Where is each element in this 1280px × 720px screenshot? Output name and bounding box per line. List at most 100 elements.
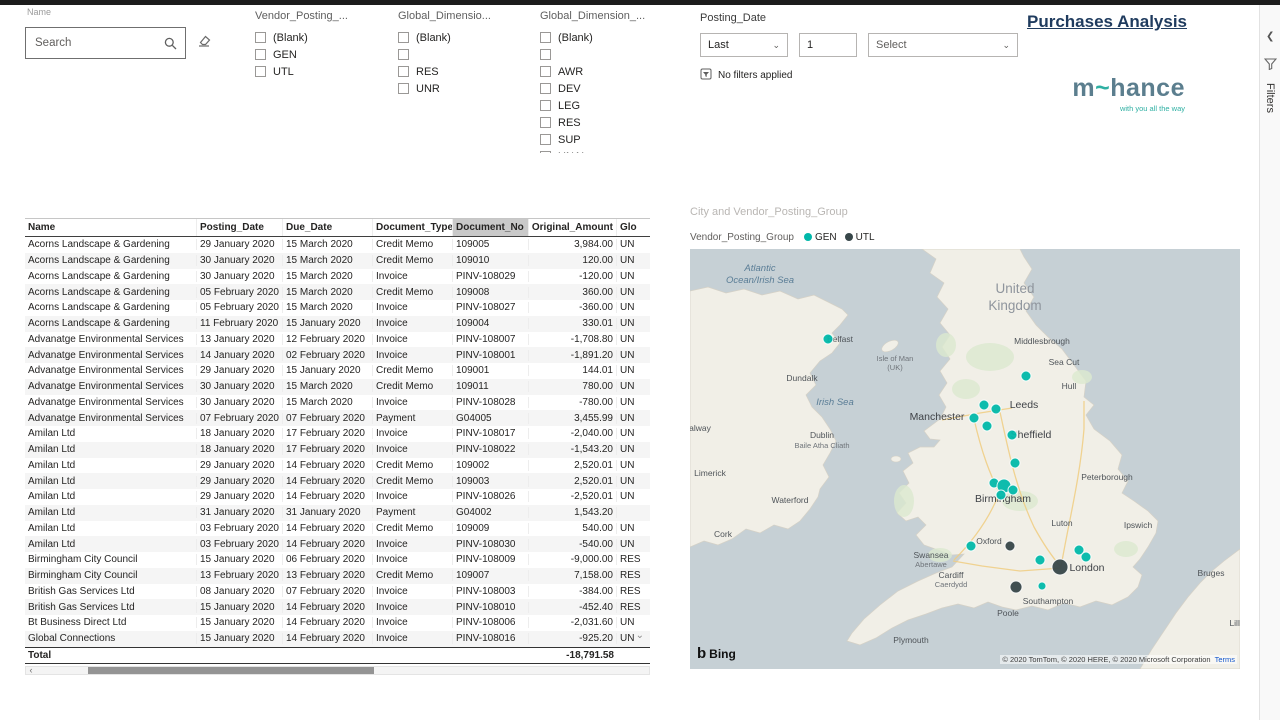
table-row[interactable]: Amilan Ltd 03 February 2020 14 February 20… [25, 536, 650, 552]
search-input[interactable]: Search [25, 27, 186, 59]
table-row[interactable]: Amilan Ltd 29 January 2020 14 February 202… [25, 489, 650, 505]
map-bubble-gen[interactable] [1006, 429, 1018, 441]
map-bubble-gen[interactable] [1020, 370, 1032, 382]
slicer-checkbox-item[interactable]: DEV [540, 80, 668, 97]
slicer-checkbox-item[interactable]: (Blank) [398, 29, 526, 46]
map-bubble-gen[interactable] [990, 403, 1002, 415]
map-bubble-gen[interactable] [1037, 581, 1047, 591]
table-row[interactable]: Amilan Ltd 29 January 2020 14 February 202… [25, 458, 650, 474]
table-row[interactable]: British Gas Services Ltd 15 January 2020 1… [25, 599, 650, 615]
map-label: London [1069, 562, 1104, 574]
slicer-checkbox-item[interactable]: UNR [398, 80, 526, 97]
table-row[interactable]: Advanatge Environmental Services 07 Febru… [25, 410, 650, 426]
map-bubble-utl[interactable] [1051, 558, 1069, 576]
scrollbar-thumb[interactable] [88, 666, 374, 674]
checkbox-icon[interactable] [540, 100, 551, 111]
checkbox-icon[interactable] [540, 151, 551, 153]
slicer-checkbox-item[interactable]: SUP [540, 131, 668, 148]
table-row[interactable]: Advanatge Environmental Services 29 Janua… [25, 363, 650, 379]
table-row[interactable]: Amilan Ltd 18 January 2020 17 February 202… [25, 441, 650, 458]
table-cell: 15 January 2020 [283, 318, 373, 330]
column-header-document-type[interactable]: Document_Type [373, 219, 453, 236]
filter-funnel-icon[interactable] [1263, 57, 1278, 75]
column-header-document-no[interactable]: Document_No [453, 219, 529, 236]
map-canvas[interactable]: Atlantic Ocean/Irish Sea United Kingdom Belf… [690, 249, 1240, 669]
column-header-name[interactable]: Name [25, 219, 197, 236]
checkbox-icon[interactable] [398, 32, 409, 43]
checkbox-icon[interactable] [398, 83, 409, 94]
table-row[interactable]: Advanatge Environmental Services 30 Janua… [25, 378, 650, 395]
checkbox-icon[interactable] [255, 32, 266, 43]
map-bubble-gen[interactable] [1034, 554, 1046, 566]
map-bubble-gen[interactable] [981, 420, 993, 432]
search-icon[interactable] [164, 37, 177, 50]
table-row[interactable]: Acorns Landscape & Gardening 30 January 2… [25, 269, 650, 285]
table-row[interactable]: Bt Business Direct Ltd 15 January 2020 14 … [25, 615, 650, 631]
table-row[interactable]: Acorns Landscape & Gardening 05 February … [25, 300, 650, 316]
slicer-checkbox-item[interactable] [398, 46, 526, 63]
column-header-original-amount[interactable]: Original_Amount [529, 219, 617, 236]
slicer-checkbox-item[interactable]: LEG [540, 97, 668, 114]
map-bubble-utl[interactable] [1009, 580, 1023, 594]
table-cell: -120.00 [529, 270, 617, 282]
checkbox-icon[interactable] [540, 117, 551, 128]
expand-pane-chevron-icon[interactable]: ❮ [1266, 31, 1274, 42]
table-horizontal-scrollbar[interactable]: ‹ [25, 665, 650, 675]
map-bubble-gen[interactable] [1009, 457, 1021, 469]
map-bubble-gen[interactable] [995, 489, 1007, 501]
table-row[interactable]: Acorns Landscape & Gardening 11 February … [25, 315, 650, 332]
table-row[interactable]: Amilan Ltd 18 January 2020 17 February 202… [25, 426, 650, 442]
slicer-checkbox-item[interactable]: GEN [255, 46, 383, 63]
checkbox-icon[interactable] [398, 49, 409, 60]
checkbox-icon[interactable] [255, 49, 266, 60]
table-row[interactable]: Amilan Ltd 31 January 2020 31 January 2020… [25, 504, 650, 521]
column-header-posting-date[interactable]: Posting_Date [197, 219, 283, 236]
checkbox-icon[interactable] [255, 66, 266, 77]
slicer-checkbox-item[interactable]: (Blank) [255, 29, 383, 46]
map-bubble-utl[interactable] [1004, 540, 1016, 552]
table-row[interactable]: Advanatge Environmental Services 13 Janua… [25, 332, 650, 348]
map-bubble-gen[interactable] [1007, 484, 1019, 496]
table-row[interactable]: Advanatge Environmental Services 30 Janua… [25, 395, 650, 411]
table-scroll-down-icon[interactable]: ⌄ [636, 630, 644, 641]
slicer-checkbox-item[interactable] [540, 46, 668, 63]
slicer-checkbox-item[interactable]: AWR [540, 63, 668, 80]
map-bubble-gen[interactable] [822, 333, 834, 345]
map-bubble-gen[interactable] [968, 412, 980, 424]
column-header-due-date[interactable]: Due_Date [283, 219, 373, 236]
scrollbar-left-arrow[interactable]: ‹ [26, 665, 36, 674]
map-bubble-gen[interactable] [978, 399, 990, 411]
table-row[interactable]: Acorns Landscape & Gardening 30 January 2… [25, 252, 650, 269]
checkbox-icon[interactable] [540, 32, 551, 43]
filters-pane-label[interactable]: Filters [1264, 83, 1276, 113]
checkbox-icon[interactable] [398, 66, 409, 77]
map-bubble-gen[interactable] [965, 540, 977, 552]
relative-number-input[interactable]: 1 [799, 33, 857, 57]
checkbox-icon[interactable] [540, 49, 551, 60]
slicer-checkbox-item[interactable]: UNAL [540, 148, 668, 153]
table-row[interactable]: Amilan Ltd 29 January 2020 14 February 202… [25, 473, 650, 489]
table-row[interactable]: Birmingham City Council 13 February 2020 1… [25, 567, 650, 584]
table-row[interactable]: Birmingham City Council 15 January 2020 06… [25, 552, 650, 568]
checkbox-icon[interactable] [540, 134, 551, 145]
map-bubble-gen[interactable] [1080, 551, 1092, 563]
table-row[interactable]: Acorns Landscape & Gardening 05 February … [25, 284, 650, 300]
checkbox-icon[interactable] [540, 83, 551, 94]
slicer-checkbox-item[interactable]: RES [398, 63, 526, 80]
table-row[interactable]: Amilan Ltd 03 February 2020 14 February 20… [25, 521, 650, 537]
checkbox-icon[interactable] [540, 66, 551, 77]
table-row[interactable]: British Gas Services Ltd 08 January 2020 0… [25, 584, 650, 600]
eraser-icon[interactable] [197, 33, 212, 48]
slicer-checkbox-item[interactable]: UTL [255, 63, 383, 80]
slicer-checkbox-item[interactable]: (Blank) [540, 29, 668, 46]
relative-unit-dropdown[interactable]: Select ⌄ [868, 33, 1018, 57]
table-row[interactable]: Acorns Landscape & Gardening 29 January 2… [25, 237, 650, 253]
slicer-checkbox-item[interactable]: RES [540, 114, 668, 131]
anglesey-island [890, 455, 902, 463]
relative-mode-dropdown[interactable]: Last ⌄ [700, 33, 788, 57]
table-row[interactable]: Advanatge Environmental Services 14 Janua… [25, 347, 650, 363]
bing-logo[interactable]: b Bing [697, 645, 736, 662]
column-header-glo[interactable]: Glo [617, 219, 647, 236]
table-row[interactable]: Global Connections 15 January 2020 14 Febr… [25, 630, 650, 647]
terms-link[interactable]: Terms [1215, 655, 1235, 664]
